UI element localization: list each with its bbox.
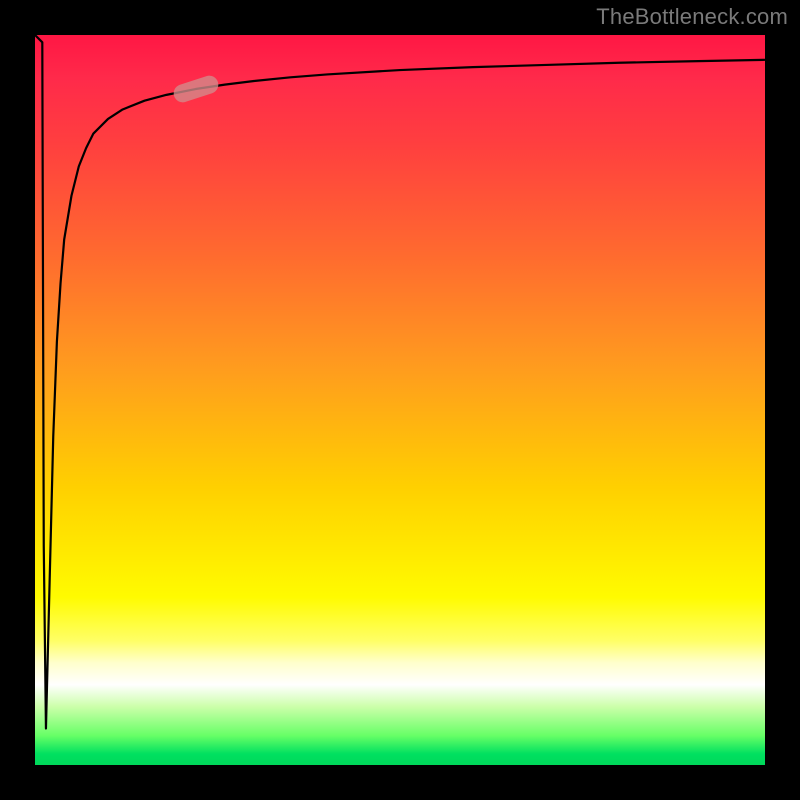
highlight-marker (171, 73, 220, 104)
watermark-text: TheBottleneck.com (596, 4, 788, 30)
bottleneck-curve (35, 35, 765, 765)
plot-area (35, 35, 765, 765)
chart-frame: TheBottleneck.com (0, 0, 800, 800)
